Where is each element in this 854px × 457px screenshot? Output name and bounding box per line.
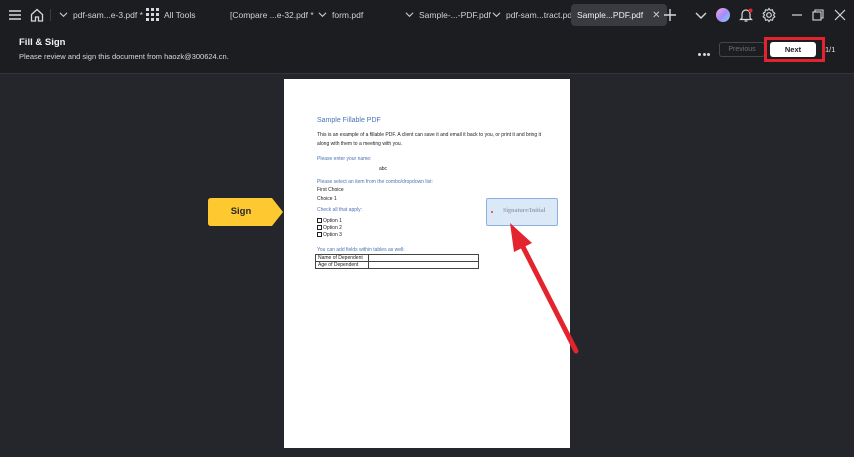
restore-icon[interactable] (810, 7, 826, 23)
tab-label: Sample...PDF.pdf (577, 10, 644, 20)
page-count: 1/1 (825, 45, 836, 54)
check-prompt: Check all that apply: (317, 207, 363, 213)
fill-sign-header: Fill & Sign Please review and sign this … (0, 30, 854, 74)
sign-tag[interactable]: Sign (208, 198, 283, 226)
tab-label: [Compare ...e-32.pdf * (230, 10, 314, 20)
first-choice-label: First Choice (317, 187, 344, 193)
page-title: Fill & Sign (19, 37, 66, 48)
name-prompt: Please enter your name: (317, 156, 372, 162)
tab-sample-pdf[interactable]: Sample-...-PDF.pdf (405, 4, 491, 26)
chevron-down-icon (492, 12, 501, 18)
tab-pdf-extract[interactable]: pdf-sam...tract.pdf (492, 4, 575, 26)
tab-label: All Tools (164, 10, 196, 20)
previous-button[interactable]: Previous (719, 42, 765, 57)
option-label: Option 2 (323, 225, 342, 231)
page-subtitle: Please review and sign this document fro… (19, 52, 229, 61)
document-intro: This is an example of a fillable PDF. A … (317, 132, 542, 147)
tab-separator (50, 9, 51, 21)
menu-icon[interactable] (7, 7, 23, 23)
close-window-icon[interactable] (832, 7, 848, 23)
grid-icon[interactable] (146, 8, 159, 21)
checkbox-option-1[interactable]: Option 1 (317, 218, 342, 224)
table-row: Name of Dependent (315, 254, 479, 262)
table-cell-input[interactable] (368, 254, 479, 262)
tab-active-sample[interactable]: Sample...PDF.pdf ✕ (571, 4, 667, 26)
document-title: Sample Fillable PDF (317, 117, 381, 124)
required-marker (491, 211, 493, 213)
dependent-table: Name of Dependent Age of Dependent (315, 254, 479, 269)
table-cell-label: Age of Dependent (315, 261, 369, 269)
next-button[interactable]: Next (770, 42, 816, 57)
new-tab-plus-icon[interactable] (662, 7, 678, 23)
tab-pdf-sample-3[interactable]: pdf-sam...e-3.pdf * (59, 4, 143, 26)
chevron-down-icon (59, 12, 68, 18)
tab-label: Sample-...-PDF.pdf (419, 10, 491, 20)
checkbox-option-3[interactable]: Option 3 (317, 232, 342, 238)
table-cell-label: Name of Dependent (315, 254, 369, 262)
checkbox[interactable] (317, 218, 322, 224)
bell-icon[interactable] (738, 7, 754, 23)
choice-dropdown[interactable]: Choice 1 (317, 196, 337, 202)
more-options-icon[interactable] (698, 43, 714, 56)
table-cell-input[interactable] (368, 261, 479, 269)
minimize-icon[interactable] (789, 7, 805, 23)
tab-bar: pdf-sam...e-3.pdf * All Tools [Compare .… (0, 0, 854, 30)
tab-label: form.pdf (332, 10, 364, 20)
option-label: Option 1 (323, 218, 342, 224)
select-prompt: Please select an item from the combo/dro… (317, 179, 433, 185)
signature-label: Signature/Initial (503, 208, 546, 214)
checkbox-option-2[interactable]: Option 2 (317, 225, 342, 231)
sign-tag-label: Sign (230, 206, 252, 217)
tab-label: pdf-sam...e-3.pdf * (73, 10, 143, 20)
tab-all-tools[interactable]: All Tools (164, 4, 196, 26)
chevron-down-icon[interactable] (693, 7, 709, 23)
avatar[interactable] (716, 8, 730, 22)
table-row: Age of Dependent (315, 261, 479, 269)
table-prompt: You can add fields within tables as well… (317, 247, 405, 253)
chevron-down-icon (318, 12, 327, 18)
tab-compare[interactable]: [Compare ...e-32.pdf * (230, 4, 314, 26)
annotation-arrow (510, 223, 579, 354)
home-icon[interactable] (29, 7, 45, 23)
option-label: Option 3 (323, 232, 342, 238)
close-tab-icon[interactable]: ✕ (652, 10, 660, 21)
checkbox[interactable] (317, 225, 322, 231)
tab-label: pdf-sam...tract.pdf (506, 10, 575, 20)
chevron-down-icon (405, 12, 414, 18)
checkbox[interactable] (317, 232, 322, 238)
name-field[interactable]: abc (379, 166, 387, 172)
tab-form[interactable]: form.pdf (318, 4, 363, 26)
gear-icon[interactable] (761, 7, 777, 23)
